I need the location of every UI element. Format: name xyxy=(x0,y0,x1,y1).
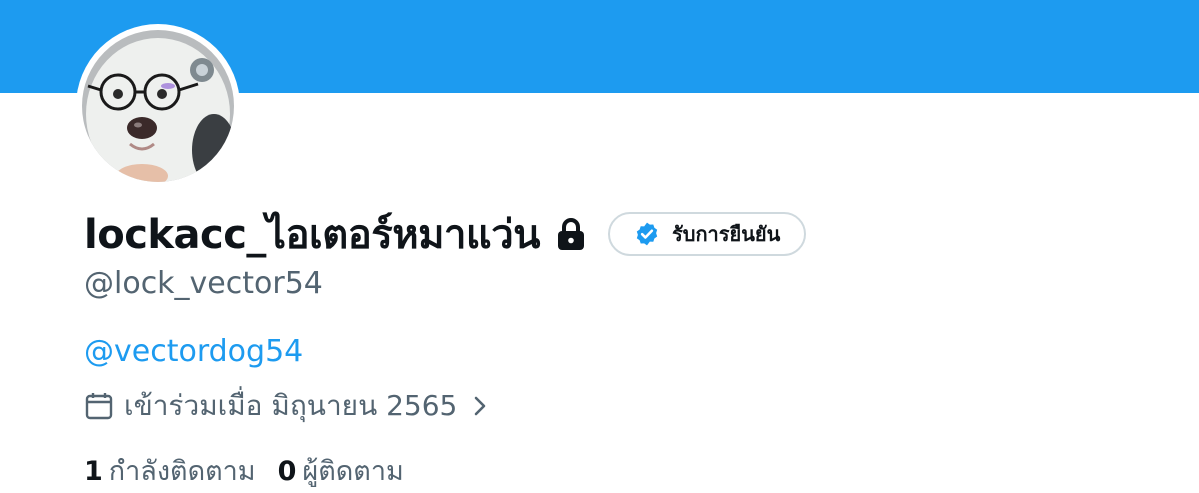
following-label: กำลังติดตาม xyxy=(108,455,256,487)
lock-icon xyxy=(556,217,586,251)
followers-label: ผู้ติดตาม xyxy=(302,455,404,487)
chevron-right-icon xyxy=(475,396,486,416)
display-name: lockacc_ไอเตอร์หมาแว่น xyxy=(84,212,541,258)
joined-date-text: เข้าร่วมเมื่อ มิถุนายน 2565 xyxy=(124,389,458,422)
followers-count: 0 xyxy=(277,455,297,487)
profile-name-row: lockacc_ไอเตอร์หมาแว่น รับการยืนยัน xyxy=(84,206,807,262)
following-count: 1 xyxy=(84,455,103,487)
avatar-image xyxy=(82,30,234,182)
following-link[interactable]: 1 กำลังติดตาม xyxy=(84,449,256,492)
joined-date-row[interactable]: เข้าร่วมเมื่อ มิถุนายน 2565 xyxy=(84,388,491,424)
get-verified-button[interactable]: รับการยืนยัน xyxy=(608,212,807,256)
profile-avatar[interactable] xyxy=(76,24,240,188)
follow-stats: 1 กำลังติดตาม 0 ผู้ติดตาม xyxy=(84,450,404,490)
verified-badge-icon xyxy=(636,222,658,246)
get-verified-label: รับการยืนยัน xyxy=(672,222,781,246)
profile-handle: @lock_vector54 xyxy=(84,266,323,301)
calendar-icon xyxy=(85,393,113,420)
bio-mention-link[interactable]: @vectordog54 xyxy=(84,334,303,369)
followers-link[interactable]: 0 ผู้ติดตาม xyxy=(278,449,404,492)
